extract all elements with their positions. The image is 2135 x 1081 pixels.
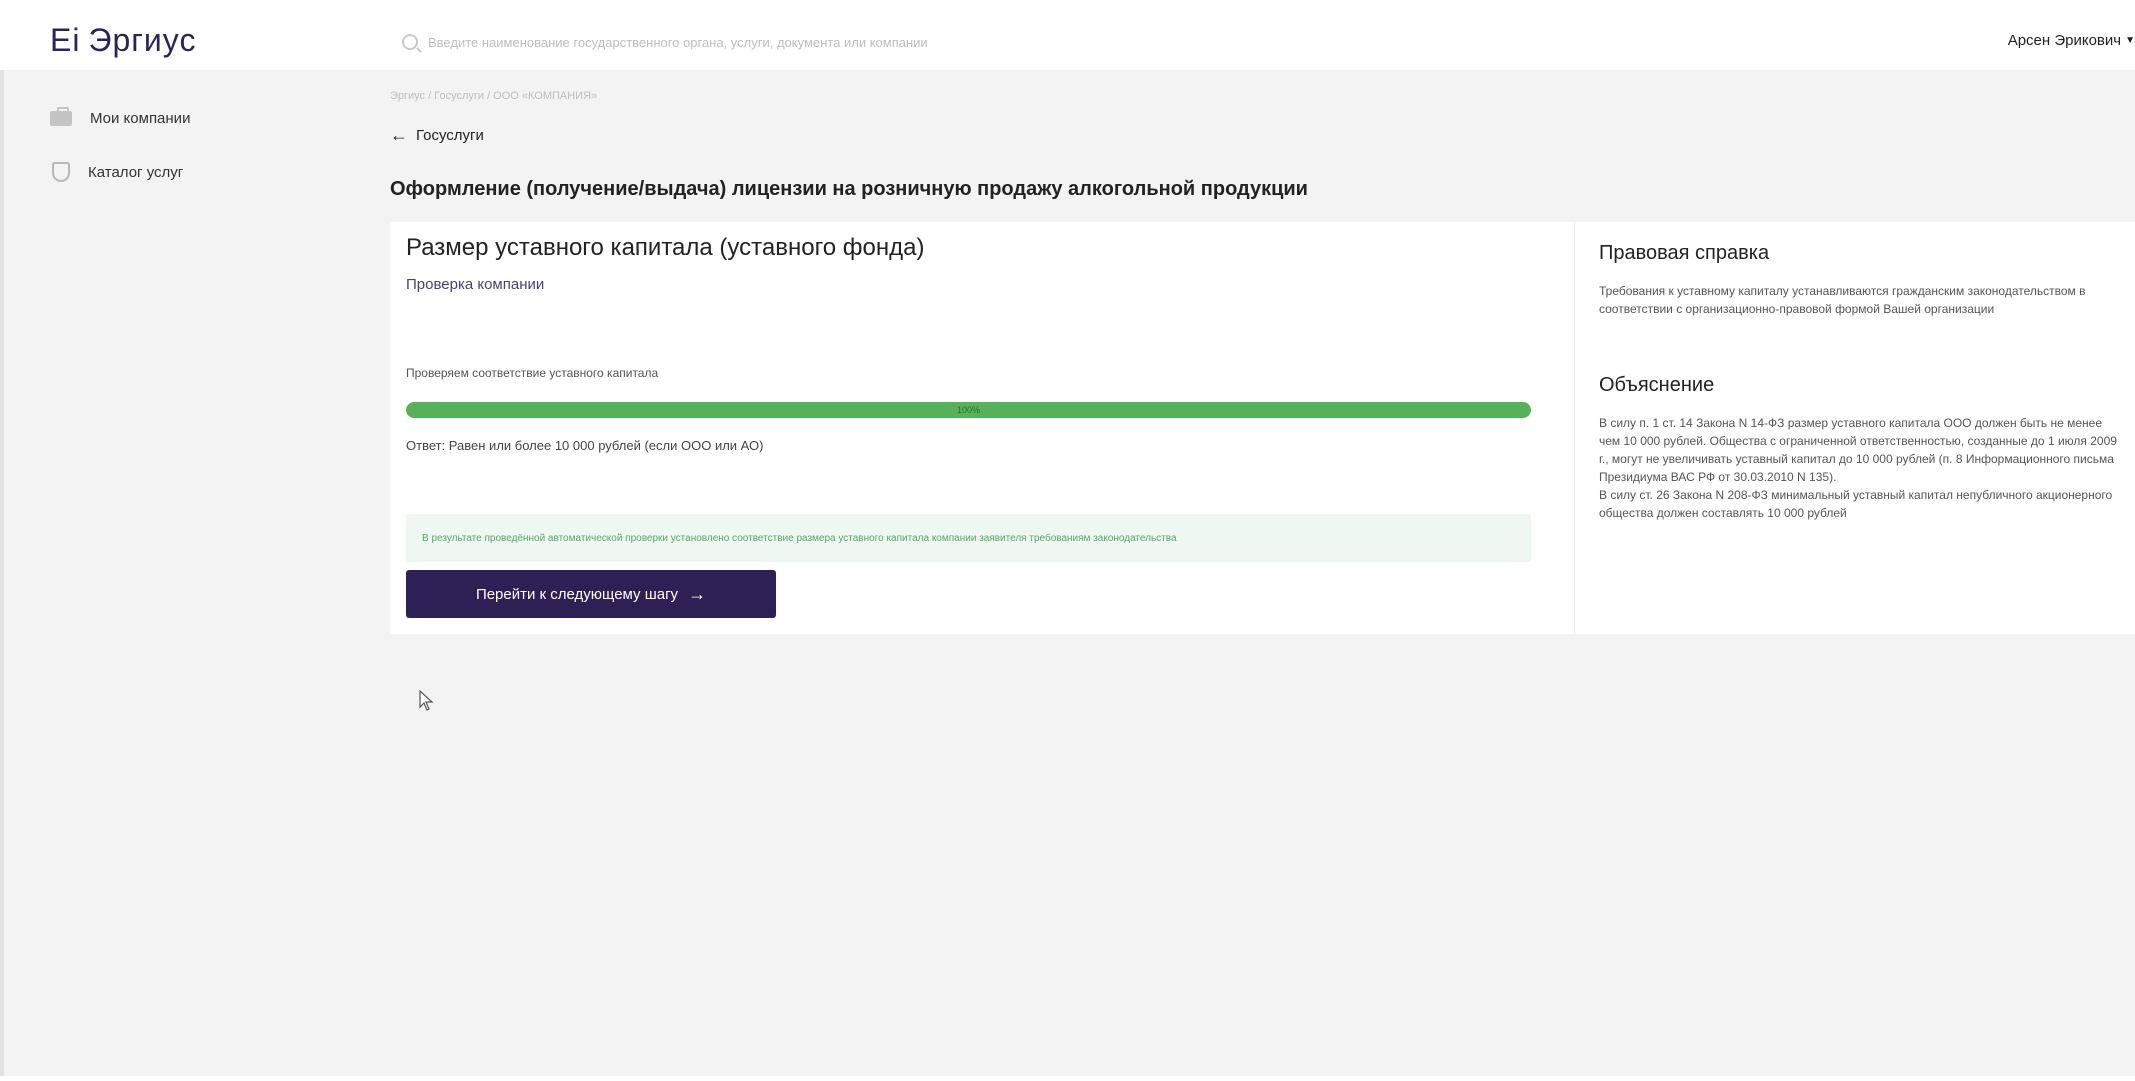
answer-text: Ответ: Равен или более 10 000 рублей (ес… bbox=[406, 438, 764, 453]
sidebar: Мои компании Каталог услуг bbox=[50, 100, 350, 208]
step-card: Размер уставного капитала (уставного фон… bbox=[390, 222, 2135, 634]
step-title: Размер уставного капитала (уставного фон… bbox=[406, 234, 925, 261]
chevron-down-icon: ▼ bbox=[2125, 35, 2135, 46]
sidebar-item-label: Мои компании bbox=[90, 109, 191, 127]
arrow-right-icon: → bbox=[688, 584, 707, 604]
next-step-button[interactable]: Перейти к следующему шагу → bbox=[406, 570, 776, 618]
explanation-paragraph: В силу ст. 26 Закона N 208-ФЗ минимальны… bbox=[1599, 488, 2113, 520]
shield-icon bbox=[52, 162, 70, 182]
sidebar-item-service-catalog[interactable]: Каталог услуг bbox=[50, 154, 350, 190]
sidebar-item-label: Каталог услуг bbox=[88, 163, 184, 181]
next-step-label: Перейти к следующему шагу bbox=[475, 585, 679, 603]
progress-fill: 100% bbox=[406, 402, 1531, 418]
back-link[interactable]: ← Госуслуги bbox=[390, 126, 484, 144]
logo-text: Эргиус bbox=[88, 22, 197, 58]
result-message: В результате проведённой автоматической … bbox=[406, 514, 1531, 562]
legal-reference-title: Правовая справка bbox=[1599, 242, 1770, 264]
search-bar bbox=[402, 28, 1302, 56]
briefcase-icon bbox=[50, 106, 72, 126]
breadcrumb[interactable]: Эргиус / Госуслуги / ООО «КОМПАНИЯ» bbox=[390, 90, 597, 102]
search-input[interactable] bbox=[428, 30, 1288, 54]
user-name: Арсен Эрикович bbox=[2007, 32, 2122, 49]
user-menu[interactable]: Арсен Эрикович ▼ bbox=[2008, 32, 2135, 49]
step-panel: Размер уставного капитала (уставного фон… bbox=[390, 222, 1575, 634]
step-subtitle: Проверка компании bbox=[406, 276, 545, 293]
check-label: Проверяем соответствие уставного капитал… bbox=[406, 366, 659, 380]
explanation-text: В силу п. 1 ст. 14 Закона N 14-ФЗ размер… bbox=[1599, 414, 2119, 522]
logo-mark: Ei bbox=[50, 22, 81, 58]
logo[interactable]: Ei Эргиус bbox=[50, 22, 196, 59]
app-window: Ei Эргиус Арсен Эрикович ▼ Мои компании … bbox=[0, 0, 2135, 1081]
bottom-band bbox=[0, 1076, 2135, 1081]
info-panel: Правовая справка Требования к уставному … bbox=[1575, 222, 2135, 634]
left-edge bbox=[0, 0, 4, 1081]
page-title: Оформление (получение/выдача) лицензии н… bbox=[390, 178, 1308, 200]
legal-reference-text: Требования к уставному капиталу устанавл… bbox=[1599, 284, 2086, 316]
top-header: Ei Эргиус Арсен Эрикович ▼ bbox=[0, 0, 2135, 70]
sidebar-item-my-companies[interactable]: Мои компании bbox=[50, 100, 350, 136]
progress-text: 100% bbox=[956, 405, 981, 415]
progress-bar: 100% bbox=[406, 402, 1531, 418]
back-link-label: Госуслуги bbox=[416, 126, 484, 144]
arrow-left-icon: ← bbox=[390, 125, 408, 145]
explanation-paragraph: В силу п. 1 ст. 14 Закона N 14-ФЗ размер… bbox=[1599, 416, 2117, 484]
search-icon bbox=[402, 34, 418, 50]
explanation-title: Объяснение bbox=[1599, 374, 1715, 396]
